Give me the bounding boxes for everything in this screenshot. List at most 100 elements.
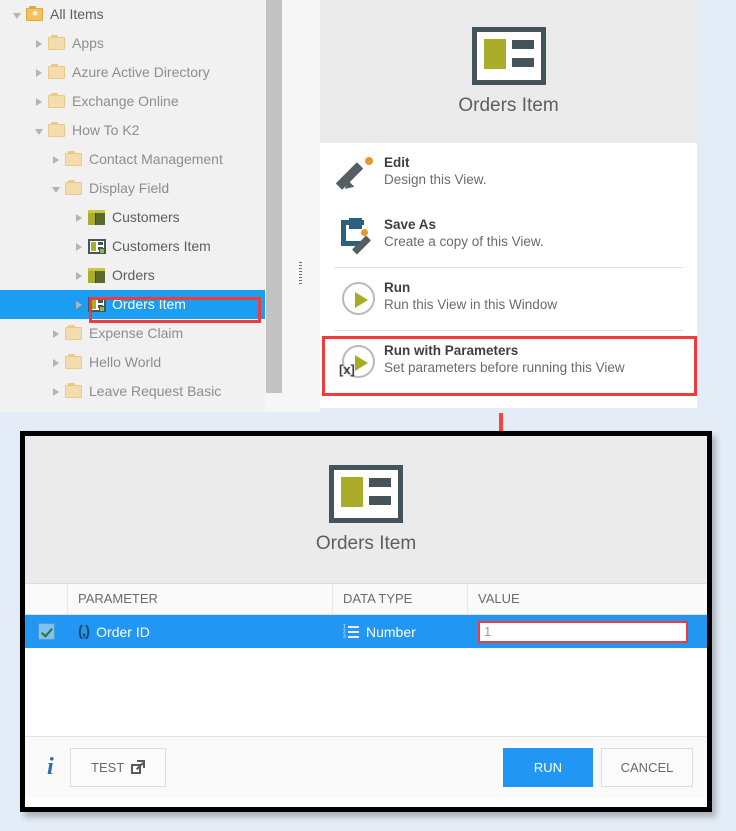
info-icon[interactable]: i [39,754,54,781]
tree-item-orders[interactable]: Orders [0,261,265,290]
expander-right-icon[interactable] [32,58,46,87]
pencil-icon [335,154,384,194]
test-button[interactable]: TEST [69,748,166,787]
smartobject-icon [86,261,108,290]
folder-icon [63,377,85,406]
column-header-value: VALUE [478,591,520,606]
folder-star-icon [24,0,46,29]
context-panel-title: Orders Item [458,94,559,116]
expander-right-icon[interactable] [72,203,86,232]
tree-item-contact-management[interactable]: Contact Management [0,145,265,174]
parameter-icon: (,) [78,623,90,640]
parameter-name: Order ID [96,623,150,640]
expander-right-icon[interactable] [72,290,86,319]
tree-scrollbar-thumb[interactable] [266,0,282,393]
tree-item-how-to-k2[interactable]: How To K2 [0,116,265,145]
parameter-value-input[interactable] [478,620,688,643]
row-data-type-cell: 123 Number [333,615,468,648]
tree-item-expense-claim[interactable]: Expense Claim [0,319,265,348]
expander-right-icon[interactable] [72,261,86,290]
play-icon [340,279,384,319]
view-icon [86,232,108,261]
menu-item-title: Run [384,280,411,295]
splitter-grip-icon[interactable] [299,262,302,284]
tree-item-customers-item[interactable]: Customers Item [0,232,265,261]
expander-down-icon[interactable] [49,174,63,203]
parameters-grid-empty-area [25,648,707,736]
view-large-icon [471,26,546,85]
row-checkbox-cell[interactable] [25,615,68,648]
number-list-icon: 123 [343,624,359,639]
row-parameter-cell: (,) Order ID [68,615,333,648]
tree-item-display-field[interactable]: Display Field [0,174,265,203]
tree-item-label: Exchange Online [72,93,179,109]
parameters-grid: PARAMETER DATA TYPE VALUE (,) Order ID 1… [25,584,707,736]
expander-down-icon[interactable] [10,0,24,29]
tree-item-leave-request-basic[interactable]: Leave Request Basic [0,377,265,406]
tree-item-apps[interactable]: Apps [0,29,265,58]
save-as-icon [340,216,384,256]
menu-item-title: Save As [384,217,437,232]
row-value-cell[interactable] [468,615,707,648]
menu-item-subtitle: Run this View in this Window [384,297,558,312]
panel-splitter[interactable] [283,0,320,412]
test-button-label: TEST [91,760,125,775]
tree-item-label: Apps [72,35,104,51]
category-tree-panel[interactable]: All Items Apps Azure Active Directory Ex… [0,0,265,412]
column-header-data-type: DATA TYPE [333,584,468,614]
parameters-grid-header: PARAMETER DATA TYPE VALUE [25,584,707,615]
expander-down-icon[interactable] [32,116,46,145]
expander-right-icon[interactable] [49,348,63,377]
top-area: All Items Apps Azure Active Directory Ex… [0,0,736,420]
menu-item-save-as[interactable]: Save As Create a copy of this View. [320,205,697,267]
tree-item-customers[interactable]: Customers [0,203,265,232]
tree-item-label: Customers [112,209,180,225]
tree-item-label: Expense Claim [89,325,184,341]
tree-item-exchange-online[interactable]: Exchange Online [0,87,265,116]
menu-item-edit[interactable]: Edit Design this View. [320,143,697,205]
tree-item-label: How To K2 [72,122,140,138]
tree-item-label: Leave Request Basic [89,383,222,399]
run-with-parameters-dialog: Orders Item PARAMETER DATA TYPE VALUE (,… [20,431,712,812]
dialog-header: Orders Item [25,436,707,584]
expander-right-icon[interactable] [49,145,63,174]
menu-item-title: Run with Parameters [384,343,519,358]
folder-icon [46,116,68,145]
tree-item-label: Hello World [89,354,162,370]
folder-icon [63,174,85,203]
folder-icon [46,87,68,116]
menu-item-run[interactable]: Run Run this View in this Window [320,268,697,330]
folder-icon [63,348,85,377]
menu-item-run-with-parameters[interactable]: [x] Run with Parameters Set parameters b… [320,331,697,393]
cancel-button[interactable]: CANCEL [601,748,693,787]
table-row[interactable]: (,) Order ID 123 Number [25,615,707,648]
folder-icon [63,319,85,348]
run-button-label: RUN [533,760,562,775]
column-header-checkbox [25,584,68,614]
expander-right-icon[interactable] [32,87,46,116]
expander-right-icon[interactable] [72,232,86,261]
column-header-parameter: PARAMETER [68,584,333,614]
tree-item-label: Contact Management [89,151,223,167]
smartobject-icon [86,203,108,232]
menu-item-subtitle: Create a copy of this View. [384,234,544,249]
data-type-name: Number [366,623,416,640]
tree-item-hello-world[interactable]: Hello World [0,348,265,377]
tree-item-all-items[interactable]: All Items [0,0,265,29]
menu-item-subtitle: Set parameters before running this View [384,360,625,375]
tree-item-orders-item[interactable]: Orders Item [0,290,265,319]
context-actions-panel: Orders Item Edit Design this View. Save … [320,0,697,408]
play-with-params-icon: [x] [339,342,384,382]
checkbox-checked-icon[interactable] [38,623,55,640]
tree-item-label: Display Field [89,180,170,196]
tree-item-label: Orders Item [112,296,186,312]
tree-item-azure-active-directory[interactable]: Azure Active Directory [0,58,265,87]
context-panel-header: Orders Item [320,0,697,143]
expander-right-icon[interactable] [49,377,63,406]
expander-right-icon[interactable] [49,319,63,348]
dialog-title: Orders Item [315,532,417,554]
view-large-icon [329,464,403,523]
run-button[interactable]: RUN [502,748,593,787]
expander-right-icon[interactable] [32,29,46,58]
folder-icon [63,145,85,174]
